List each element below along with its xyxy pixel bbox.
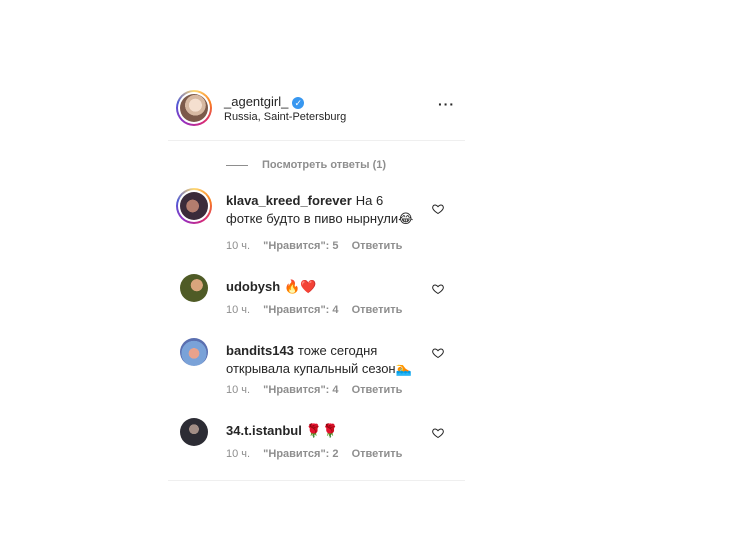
comment-time[interactable]: 10 ч. (226, 240, 250, 252)
comments-panel: _agentgirl_ ✓ Russia, Saint-Petersburg ··… (168, 78, 465, 481)
view-replies-label: Посмотреть ответы (1) (262, 159, 387, 171)
comment-username[interactable]: bandits143 (226, 343, 294, 358)
profile-photo (180, 94, 208, 122)
comment-likes[interactable]: "Нравится": 4 (263, 384, 338, 396)
profile-photo (180, 192, 208, 220)
heart-icon[interactable] (432, 426, 444, 439)
comment-time[interactable]: 10 ч. (226, 448, 250, 460)
comment-item: udobysh 🔥❤️ 10 ч. "Нравится": 4 Ответить (168, 274, 465, 324)
comment-likes[interactable]: "Нравится": 2 (263, 448, 338, 460)
comment-meta: 10 ч. "Нравится": 5 Ответить (226, 240, 412, 252)
avatar[interactable] (180, 338, 208, 366)
comment-time[interactable]: 10 ч. (226, 304, 250, 316)
comment-likes[interactable]: "Нравится": 5 (263, 240, 338, 252)
post-author[interactable]: _agentgirl_ ✓ (224, 94, 305, 109)
comment-text: klava_kreed_forever На 6 фотке будто в пи… (226, 192, 416, 228)
avatar[interactable] (180, 418, 208, 446)
reply-button[interactable]: Ответить (352, 304, 403, 316)
comment-body: 🌹🌹 (305, 423, 339, 438)
heart-icon[interactable] (432, 282, 444, 295)
comment-username[interactable]: klava_kreed_forever (226, 193, 352, 208)
post-header: _agentgirl_ ✓ Russia, Saint-Petersburg ··… (168, 78, 465, 141)
heart-icon[interactable] (432, 346, 444, 359)
avatar[interactable] (176, 188, 212, 224)
reply-button[interactable]: Ответить (352, 240, 403, 252)
comment-meta: 10 ч. "Нравится": 2 Ответить (226, 448, 412, 460)
verified-icon: ✓ (292, 96, 305, 109)
comment-item: bandits143 тоже сегодня открывала купальн… (168, 338, 465, 398)
comment-time[interactable]: 10 ч. (226, 384, 250, 396)
heart-icon[interactable] (432, 202, 444, 215)
comment-meta: 10 ч. "Нравится": 4 Ответить (226, 384, 412, 396)
post-username[interactable]: _agentgirl_ (224, 94, 288, 109)
reply-button[interactable]: Ответить (352, 448, 403, 460)
comment-text: udobysh 🔥❤️ (226, 278, 416, 296)
post-location[interactable]: Russia, Saint-Petersburg (224, 111, 346, 123)
comment-item: 34.t.istanbul 🌹🌹 10 ч. "Нравится": 2 Отве… (168, 418, 465, 468)
more-options-icon[interactable]: ··· (438, 96, 455, 112)
view-replies-button[interactable]: Посмотреть ответы (1) (226, 159, 386, 171)
reply-button[interactable]: Ответить (352, 384, 403, 396)
comment-meta: 10 ч. "Нравится": 4 Ответить (226, 304, 412, 316)
comment-likes[interactable]: "Нравится": 4 (263, 304, 338, 316)
comment-body: 🔥❤️ (284, 279, 317, 294)
comment-text: 34.t.istanbul 🌹🌹 (226, 422, 416, 440)
comment-item: klava_kreed_forever На 6 фотке будто в пи… (168, 188, 465, 258)
comment-username[interactable]: udobysh (226, 279, 280, 294)
divider-line (226, 164, 248, 166)
avatar[interactable] (180, 274, 208, 302)
comment-text: bandits143 тоже сегодня открывала купальн… (226, 342, 416, 378)
avatar[interactable] (176, 90, 212, 126)
comment-username[interactable]: 34.t.istanbul (226, 423, 302, 438)
